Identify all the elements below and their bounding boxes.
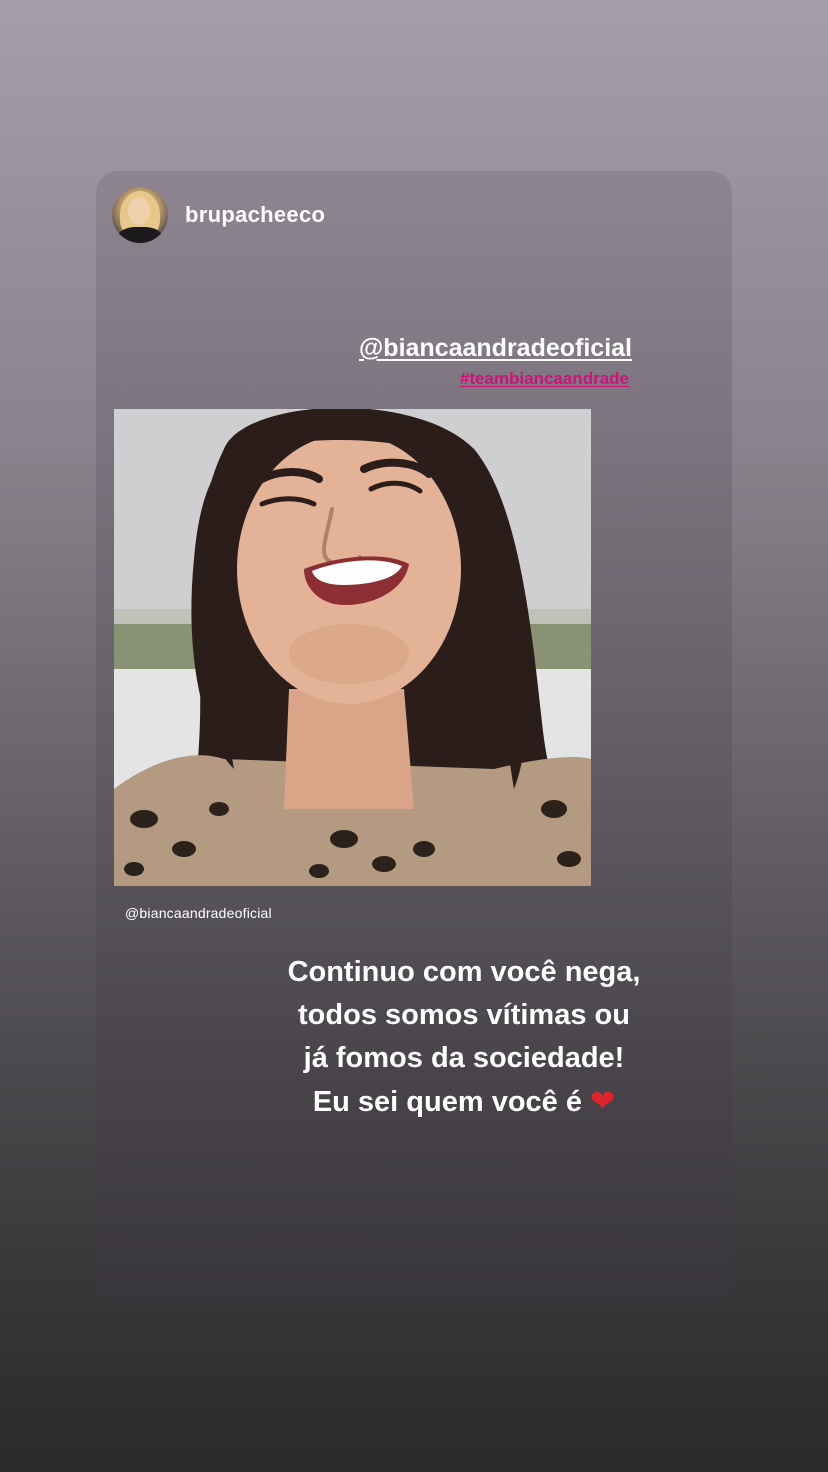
story-card[interactable]: brupacheeco @biancaandradeoficial #teamb…	[96, 171, 732, 1301]
story-caption: Continuo com você nega, todos somos víti…	[256, 951, 672, 1124]
username[interactable]: brupacheeco	[185, 202, 325, 228]
heart-icon: ❤	[590, 1084, 616, 1119]
mention-sticker[interactable]: @biancaandradeoficial	[359, 334, 632, 363]
photo-credit: @biancaandradeoficial	[125, 905, 272, 921]
caption-line: Continuo com você nega,	[287, 956, 641, 988]
caption-line: já fomos da sociedade!	[303, 1042, 625, 1074]
story-header[interactable]: brupacheeco	[112, 187, 325, 243]
shared-photo[interactable]	[114, 409, 591, 886]
avatar[interactable]	[112, 187, 168, 243]
caption-line-text: Eu sei quem você é	[312, 1086, 582, 1118]
caption-line: todos somos vítimas ou	[298, 999, 630, 1031]
caption-line-last: Eu sei quem você é ❤	[256, 1080, 672, 1124]
hashtag-sticker[interactable]: #teambiancaandrade	[460, 369, 629, 389]
